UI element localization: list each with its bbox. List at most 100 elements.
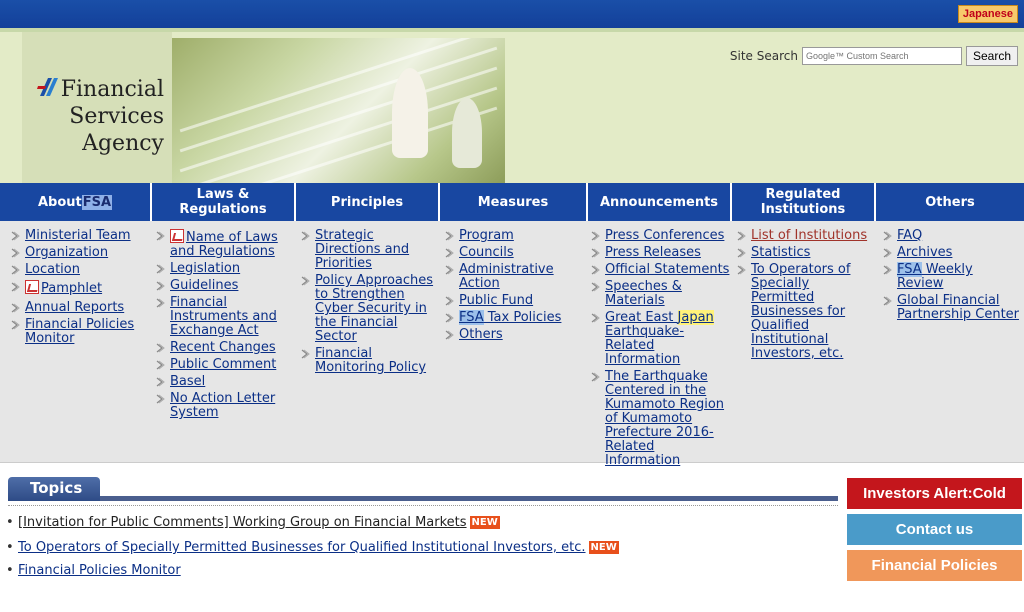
link-financial-policies-monitor[interactable]: Financial Policies Monitor bbox=[25, 317, 134, 346]
link-tax-policies[interactable]: FSA Tax Policies bbox=[459, 310, 561, 325]
list-item: Name of Laws and Regulations bbox=[153, 229, 293, 259]
investors-alert-button[interactable]: Investors Alert:Cold Calling bbox=[847, 478, 1022, 533]
link-strategic-directions[interactable]: Strategic Directions and Priorities bbox=[315, 228, 409, 271]
list-item: Councils bbox=[442, 246, 582, 260]
chevron-right-icon bbox=[156, 264, 165, 274]
link-archives[interactable]: Archives bbox=[897, 245, 952, 260]
topic-link-specially-permitted[interactable]: To Operators of Specially Permitted Busi… bbox=[18, 540, 586, 555]
topic-link-public-comments[interactable]: [Invitation for Public Comments] Working… bbox=[18, 515, 467, 530]
list-item: Public Fund bbox=[442, 294, 582, 308]
link-administrative-action[interactable]: Administrative Action bbox=[459, 262, 554, 291]
link-organization[interactable]: Organization bbox=[25, 245, 108, 260]
list-item: Speeches & Materials bbox=[588, 280, 730, 308]
list-item: Press Conferences bbox=[588, 229, 730, 243]
link-monitoring-policy[interactable]: Financial Monitoring Policy bbox=[315, 346, 426, 375]
list-item: Global Financial Partnership Center bbox=[880, 294, 1022, 322]
menu-col-others: FAQ Archives FSA Weekly Review Global Fi… bbox=[880, 229, 1022, 325]
list-item: Financial Instruments and Exchange Act bbox=[153, 296, 293, 338]
new-badge: NEW bbox=[588, 541, 619, 554]
link-location[interactable]: Location bbox=[25, 262, 80, 277]
agency-name: Financial Services Agency bbox=[32, 76, 172, 157]
link-guidelines[interactable]: Guidelines bbox=[170, 278, 238, 293]
topic-link-financial-policies-monitor[interactable]: Financial Policies Monitor bbox=[18, 563, 181, 578]
menu-col-about: Ministerial Team Organization Location P… bbox=[8, 229, 148, 349]
chevron-right-icon bbox=[301, 276, 310, 286]
chevron-right-icon bbox=[11, 248, 20, 258]
link-pamphlet[interactable]: Pamphlet bbox=[41, 281, 102, 296]
topics-divider bbox=[100, 496, 838, 501]
link-councils[interactable]: Councils bbox=[459, 245, 514, 260]
chevron-right-icon bbox=[445, 330, 454, 340]
link-program[interactable]: Program bbox=[459, 228, 514, 243]
tab-about-fsa[interactable]: About FSA bbox=[0, 183, 150, 221]
chevron-right-icon bbox=[883, 248, 892, 258]
tab-label: Principles bbox=[330, 194, 404, 210]
list-item: Basel bbox=[153, 375, 293, 389]
japanese-language-button[interactable]: Japanese bbox=[957, 5, 1018, 23]
chevron-right-icon bbox=[883, 296, 892, 306]
highlight-fsa: FSA bbox=[897, 262, 922, 277]
contact-us-button[interactable]: Contact us bbox=[847, 514, 1022, 545]
chevron-right-icon bbox=[156, 360, 165, 370]
list-item: Financial Monitoring Policy bbox=[298, 347, 440, 375]
list-item: Location bbox=[8, 263, 148, 277]
chevron-right-icon bbox=[591, 248, 600, 258]
tab-regulated-institutions[interactable]: Regulated Institutions bbox=[732, 183, 874, 221]
chevron-right-icon bbox=[445, 265, 454, 275]
link-public-comment[interactable]: Public Comment bbox=[170, 357, 276, 372]
link-name-of-laws[interactable]: Name of Laws and Regulations bbox=[170, 230, 278, 259]
chevron-right-icon bbox=[11, 282, 20, 292]
tab-measures[interactable]: Measures bbox=[440, 183, 586, 221]
link-faq[interactable]: FAQ bbox=[897, 228, 922, 243]
link-global-financial-partnership[interactable]: Global Financial Partnership Center bbox=[897, 293, 1019, 322]
link-press-releases[interactable]: Press Releases bbox=[605, 245, 701, 260]
new-badge: NEW bbox=[469, 516, 500, 529]
tab-others[interactable]: Others bbox=[876, 183, 1024, 221]
list-item: Strategic Directions and Priorities bbox=[298, 229, 440, 271]
link-press-conferences[interactable]: Press Conferences bbox=[605, 228, 724, 243]
link-speeches-materials[interactable]: Speeches & Materials bbox=[605, 279, 682, 308]
tab-label: Others bbox=[925, 194, 975, 210]
link-list-of-institutions[interactable]: List of Institutions bbox=[751, 228, 867, 243]
tab-announcements[interactable]: Announcements bbox=[588, 183, 730, 221]
link-kumamoto-earthquake[interactable]: The Earthquake Centered in the Kumamoto … bbox=[605, 369, 724, 468]
menu-col-announcements: Press Conferences Press Releases Officia… bbox=[588, 229, 730, 471]
list-item: Program bbox=[442, 229, 582, 243]
link-fiea[interactable]: Financial Instruments and Exchange Act bbox=[170, 295, 277, 338]
list-item: [Invitation for Public Comments] Working… bbox=[6, 515, 500, 530]
financial-policies-monitor-button[interactable]: Financial Policies Monitor bbox=[847, 550, 1022, 605]
link-recent-changes[interactable]: Recent Changes bbox=[170, 340, 276, 355]
link-cyber-security[interactable]: Policy Approaches to Strengthen Cyber Se… bbox=[315, 273, 433, 344]
link-operators-specially-permitted[interactable]: To Operators of Specially Permitted Busi… bbox=[751, 262, 850, 361]
topics-header: Topics bbox=[8, 477, 838, 501]
link-ministerial-team[interactable]: Ministerial Team bbox=[25, 228, 131, 243]
tab-laws-regulations[interactable]: Laws & Regulations bbox=[152, 183, 294, 221]
list-item: Ministerial Team bbox=[8, 229, 148, 243]
chevron-right-icon bbox=[591, 372, 600, 382]
link-annual-reports[interactable]: Annual Reports bbox=[25, 300, 124, 315]
search-button[interactable]: Search bbox=[965, 46, 1018, 66]
tab-principles[interactable]: Principles bbox=[296, 183, 438, 221]
chevron-right-icon bbox=[591, 313, 600, 323]
link-legislation[interactable]: Legislation bbox=[170, 261, 240, 276]
list-item: Recent Changes bbox=[153, 341, 293, 355]
link-no-action-letter[interactable]: No Action Letter System bbox=[170, 391, 275, 420]
link-public-fund[interactable]: Public Fund bbox=[459, 293, 533, 308]
menu-col-regulated: List of Institutions Statistics To Opera… bbox=[734, 229, 876, 364]
list-item: Public Comment bbox=[153, 358, 293, 372]
list-item: List of Institutions bbox=[734, 229, 876, 243]
link-official-statements[interactable]: Official Statements bbox=[605, 262, 729, 277]
link-measures-others[interactable]: Others bbox=[459, 327, 503, 342]
chevron-right-icon bbox=[445, 296, 454, 306]
tab-label: Measures bbox=[477, 194, 549, 210]
list-item: Official Statements bbox=[588, 263, 730, 277]
search-input[interactable] bbox=[801, 47, 962, 65]
link-great-east-japan-earthquake[interactable]: Great East Japan Earthquake-Related Info… bbox=[605, 310, 714, 367]
chevron-right-icon bbox=[737, 265, 746, 275]
link-weekly-review[interactable]: FSA Weekly Review bbox=[897, 262, 973, 291]
link-basel[interactable]: Basel bbox=[170, 374, 205, 389]
list-item: Organization bbox=[8, 246, 148, 260]
link-text: Earthquake-Related Information bbox=[605, 324, 685, 367]
fsa-logo[interactable]: Financial Services Agency bbox=[22, 32, 172, 183]
link-statistics[interactable]: Statistics bbox=[751, 245, 810, 260]
